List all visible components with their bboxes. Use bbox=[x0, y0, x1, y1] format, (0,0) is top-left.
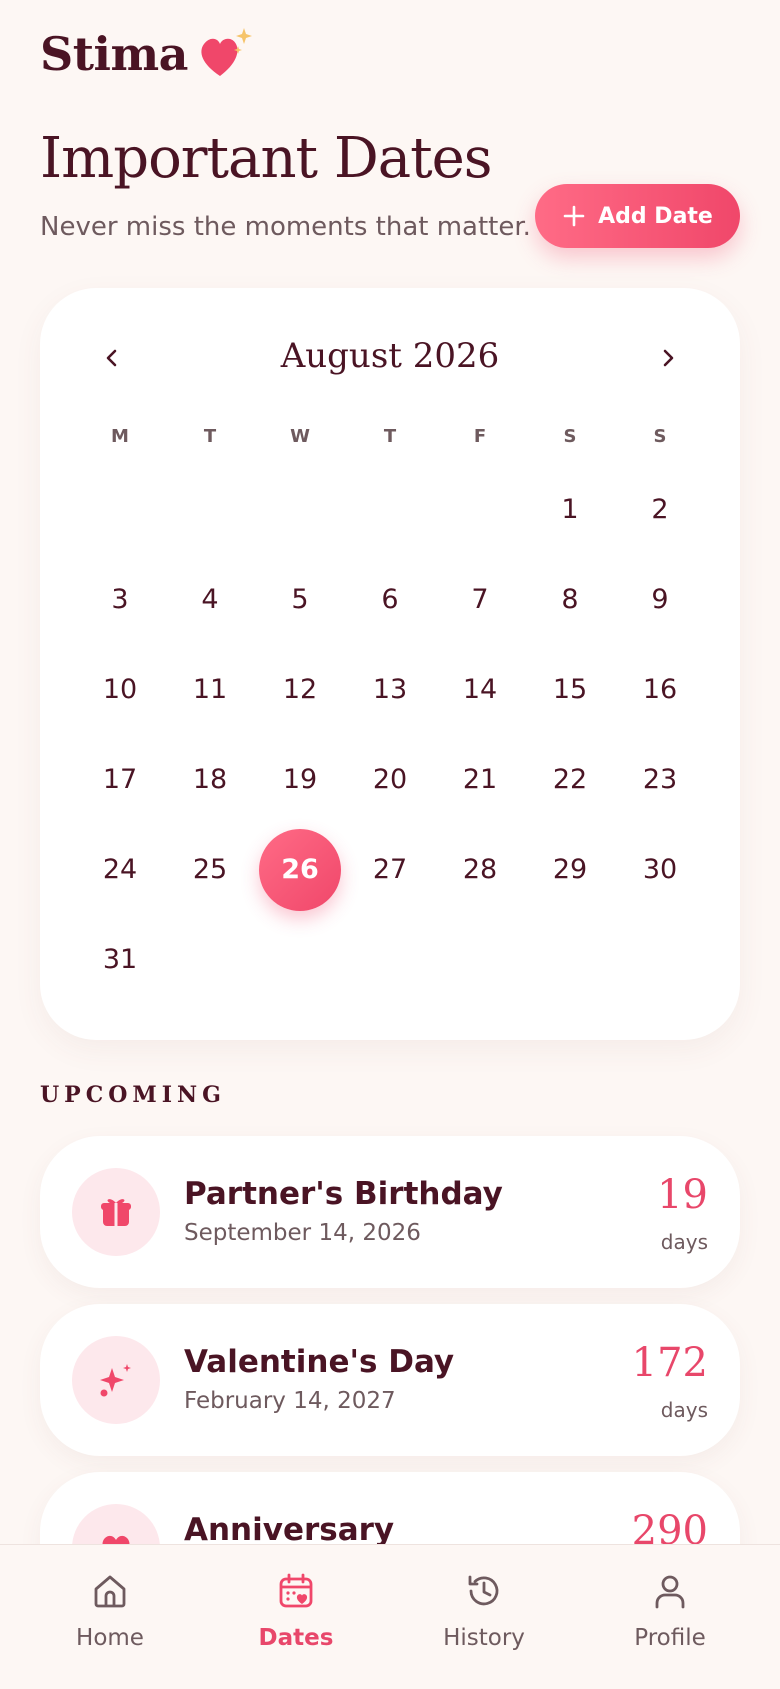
upcoming-item-partners-birthday[interactable]: Partner's Birthday September 14, 2026 19… bbox=[40, 1136, 740, 1288]
upcoming-item-valentines-day[interactable]: Valentine's Day February 14, 2027 172 da… bbox=[40, 1304, 740, 1456]
calendar-day[interactable]: 23 bbox=[619, 739, 701, 821]
gift-icon bbox=[101, 1199, 131, 1226]
upcoming-section-label: UPCOMING bbox=[40, 1082, 226, 1108]
calendar-day[interactable]: 9 bbox=[619, 559, 701, 641]
calendar-day[interactable]: 13 bbox=[349, 649, 431, 731]
calendar-day[interactable]: 2 bbox=[619, 469, 701, 551]
calendar-day[interactable]: 21 bbox=[439, 739, 521, 821]
calendar-day[interactable]: 20 bbox=[349, 739, 431, 821]
calendar-day[interactable]: 28 bbox=[439, 829, 521, 911]
calendar-day[interactable]: 4 bbox=[169, 559, 251, 641]
calendar-day[interactable]: 31 bbox=[79, 919, 161, 1001]
nav-label: History bbox=[443, 1625, 525, 1651]
calendar-day[interactable]: 19 bbox=[259, 739, 341, 821]
calendar-month-label: August 2026 bbox=[280, 336, 500, 376]
chevron-right-icon bbox=[663, 349, 674, 367]
page-title: Important Dates bbox=[40, 126, 492, 191]
history-icon bbox=[468, 1575, 499, 1606]
nav-label: Dates bbox=[258, 1625, 334, 1651]
app-name: Stima bbox=[40, 27, 188, 81]
page-subtitle: Never miss the moments that matter. bbox=[40, 212, 531, 242]
calendar-day[interactable]: 6 bbox=[349, 559, 431, 641]
home-icon bbox=[94, 1575, 126, 1608]
calendar-day[interactable]: 29 bbox=[529, 829, 611, 911]
weekday-label: T bbox=[383, 426, 397, 447]
weekday-label: M bbox=[111, 426, 129, 447]
bottom-navigation: Home Dates History Profile bbox=[0, 1544, 780, 1689]
upcoming-item-title: Valentine's Day bbox=[184, 1344, 455, 1380]
calendar-day[interactable]: 1 bbox=[529, 469, 611, 551]
chevron-left-icon bbox=[106, 349, 117, 367]
weekday-label: F bbox=[473, 426, 487, 447]
calendar-day[interactable]: 5 bbox=[259, 559, 341, 641]
nav-label: Profile bbox=[634, 1625, 706, 1651]
nav-item-home[interactable]: Home bbox=[15, 1545, 205, 1689]
calendar-day-selected[interactable]: 26 bbox=[259, 829, 341, 911]
calendar-day[interactable]: 3 bbox=[79, 559, 161, 641]
calendar-day[interactable]: 14 bbox=[439, 649, 521, 731]
nav-item-history[interactable]: History bbox=[389, 1545, 579, 1689]
calendar-day[interactable]: 12 bbox=[259, 649, 341, 731]
calendar-day[interactable]: 11 bbox=[169, 649, 251, 731]
calendar-day[interactable]: 15 bbox=[529, 649, 611, 731]
calendar-day[interactable]: 7 bbox=[439, 559, 521, 641]
upcoming-item-date: September 14, 2026 bbox=[184, 1220, 421, 1246]
upcoming-item-icon bbox=[72, 1168, 160, 1256]
upcoming-item-icon bbox=[72, 1336, 160, 1424]
profile-icon bbox=[655, 1575, 685, 1609]
upcoming-item-days-unit: days bbox=[660, 1398, 708, 1422]
upcoming-item-days-count: 19 bbox=[657, 1172, 708, 1218]
nav-item-dates[interactable]: Dates bbox=[201, 1545, 391, 1689]
previous-month-button[interactable] bbox=[90, 336, 134, 380]
nav-item-profile[interactable]: Profile bbox=[575, 1545, 765, 1689]
calendar-day[interactable]: 27 bbox=[349, 829, 431, 911]
brand-logo: Stima bbox=[40, 26, 256, 82]
calendar-day[interactable]: 18 bbox=[169, 739, 251, 821]
weekday-label: W bbox=[290, 426, 310, 447]
next-month-button[interactable] bbox=[646, 336, 690, 380]
upcoming-item-title: Anniversary bbox=[184, 1512, 395, 1548]
calendar-day[interactable]: 8 bbox=[529, 559, 611, 641]
plus-icon bbox=[563, 205, 585, 227]
upcoming-item-days-count: 172 bbox=[631, 1340, 708, 1386]
upcoming-item-days-unit: days bbox=[660, 1230, 708, 1254]
weekday-label: S bbox=[653, 426, 667, 447]
calendar-day[interactable]: 24 bbox=[79, 829, 161, 911]
add-date-button[interactable]: Add Date bbox=[535, 184, 740, 248]
calendar-day[interactable]: 10 bbox=[79, 649, 161, 731]
calendar-day[interactable]: 22 bbox=[529, 739, 611, 821]
upcoming-item-title: Partner's Birthday bbox=[184, 1176, 503, 1212]
heart-sparkle-icon bbox=[201, 28, 252, 76]
weekday-label: S bbox=[563, 426, 577, 447]
add-date-label: Add Date bbox=[598, 203, 713, 229]
weekday-label: T bbox=[203, 426, 217, 447]
nav-label: Home bbox=[76, 1625, 144, 1651]
sparkle-icon bbox=[100, 1364, 131, 1397]
calendar-day[interactable]: 16 bbox=[619, 649, 701, 731]
calendar-day[interactable]: 17 bbox=[79, 739, 161, 821]
calendar-day[interactable]: 30 bbox=[619, 829, 701, 911]
calendar-heart-icon bbox=[279, 1573, 313, 1608]
upcoming-item-date: February 14, 2027 bbox=[184, 1388, 396, 1414]
calendar-day[interactable]: 25 bbox=[169, 829, 251, 911]
